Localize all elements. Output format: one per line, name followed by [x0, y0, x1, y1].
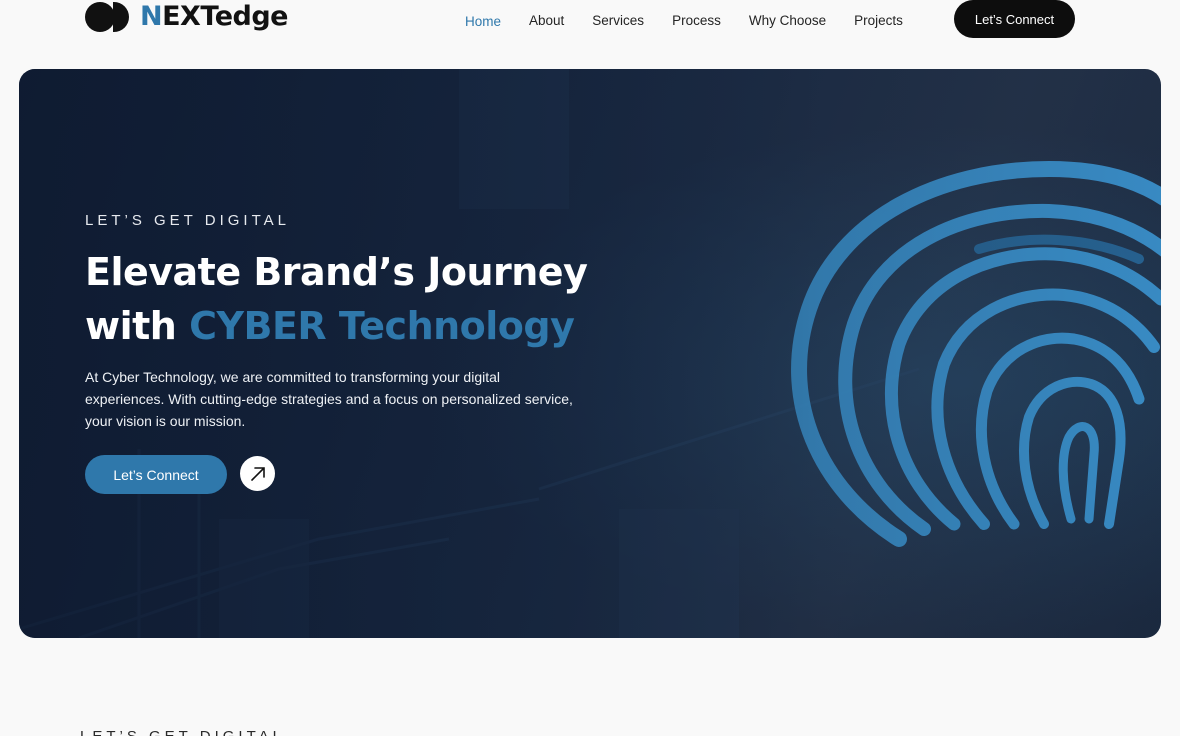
hero-headline: Elevate Brand’s Journey with CYBER Techn…	[85, 245, 705, 353]
nav-item-about[interactable]: About	[529, 12, 564, 31]
nav-item-why-choose[interactable]: Why Choose	[749, 12, 826, 31]
hero-connect-button[interactable]: Let’s Connect	[85, 455, 227, 494]
headline-line-1: Elevate Brand’s Journey	[85, 250, 588, 294]
nav-item-projects[interactable]: Projects	[854, 12, 903, 31]
next-section-eyebrow: LET’S GET DIGITAL	[80, 728, 285, 736]
hero-banner: LET’S GET DIGITAL Elevate Brand’s Journe…	[19, 69, 1161, 638]
hero-overlay	[19, 69, 1161, 638]
header-connect-button[interactable]: Let’s Connect	[954, 0, 1075, 38]
brand-logo[interactable]: NEXTedge	[85, 0, 288, 34]
hero-description: At Cyber Technology, we are committed to…	[85, 369, 573, 429]
nav-item-home[interactable]: Home	[465, 13, 501, 31]
nav-item-services[interactable]: Services	[592, 12, 644, 31]
nav-item-process[interactable]: Process	[672, 12, 721, 31]
arrow-up-right-icon[interactable]	[240, 456, 275, 491]
headline-highlight: CYBER Technology	[189, 304, 575, 348]
main-nav: Home About Services Process Why Choose P…	[465, 12, 931, 31]
headline-with: with	[85, 304, 190, 348]
site-header: NEXTedge Home About Services Process Why…	[0, 0, 1180, 40]
hero-eyebrow: LET’S GET DIGITAL	[85, 212, 290, 229]
brand-name: NEXTedge	[140, 1, 288, 32]
logo-mark-icon	[85, 1, 131, 33]
